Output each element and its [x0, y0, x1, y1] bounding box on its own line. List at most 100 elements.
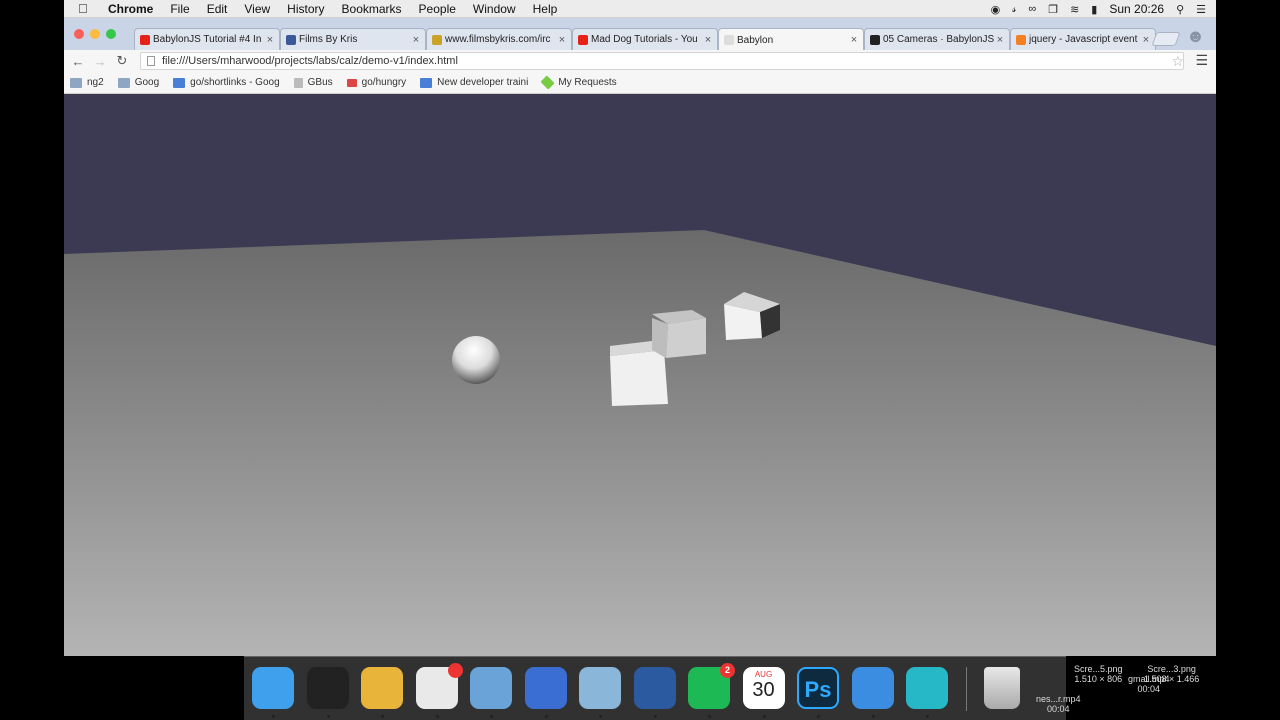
reload-icon[interactable]: ↻: [111, 53, 133, 69]
menu-view[interactable]: View: [244, 2, 270, 16]
menu-history[interactable]: History: [287, 2, 324, 16]
address-bar[interactable]: file:///Users/mharwood/projects/labs/cal…: [140, 52, 1184, 70]
zoom-window-button[interactable]: [106, 29, 116, 39]
notification-badge: 2: [720, 663, 735, 678]
ground-plane: [64, 230, 1216, 656]
babylon-render-canvas[interactable]: [64, 94, 1216, 656]
bookmark-ng2[interactable]: ng2: [70, 77, 104, 88]
youtube-icon: [578, 34, 588, 45]
browser-tab[interactable]: Films By Kris ×: [280, 28, 426, 50]
github-icon: [870, 34, 880, 45]
browser-tabstrip: BabylonJS Tutorial #4 In × Films By Kris × w…: [64, 18, 1216, 51]
calendar-month: AUG: [754, 670, 773, 679]
dock-app-safari-icon[interactable]: [851, 667, 894, 709]
dock-running-indicator: [871, 715, 875, 718]
page-icon: [724, 35, 734, 45]
tab-title: BabylonJS Tutorial #4 In: [153, 34, 262, 45]
dock-app-iphoto-icon[interactable]: [579, 667, 621, 709]
tab-title: www.filmsbykris.com/irc: [445, 34, 551, 45]
browser-tab[interactable]: Babylon ×: [718, 28, 864, 51]
folder-icon: [117, 77, 130, 88]
dock-running-indicator: [653, 715, 657, 718]
glasses-icon[interactable]: ∞: [1028, 3, 1036, 15]
browser-tab[interactable]: www.filmsbykris.com/irc ×: [426, 28, 572, 50]
box-middle: [652, 310, 706, 358]
trash-icon[interactable]: [984, 667, 1020, 709]
minimize-window-button[interactable]: [90, 29, 100, 39]
request-icon: [540, 75, 555, 90]
dock-app-vm-fusion-icon[interactable]: [524, 667, 567, 709]
knife-icon: [346, 78, 357, 87]
menu-edit[interactable]: Edit: [207, 2, 228, 16]
bookmark-my-requests[interactable]: My Requests: [540, 75, 617, 90]
wifi-icon[interactable]: ≋: [1070, 3, 1079, 16]
tab-close-icon[interactable]: ×: [702, 34, 714, 46]
bookmark-shortlinks[interactable]: go/shortlinks - Goog: [173, 77, 280, 88]
menu-bookmarks[interactable]: Bookmarks: [342, 2, 402, 16]
bookmark-star-icon[interactable]: ☆: [1171, 53, 1184, 70]
battery-icon[interactable]: ▮: [1091, 3, 1097, 16]
dock-running-indicator: [817, 715, 820, 718]
tab-close-icon[interactable]: ×: [1140, 34, 1152, 46]
apple-icon[interactable]: : [78, 1, 98, 16]
tab-close-icon[interactable]: ×: [556, 34, 568, 46]
tab-title: jquery - Javascript event: [1029, 34, 1138, 45]
dock-app-calendar-icon[interactable]: AUG 30: [742, 667, 785, 709]
menubar-clock[interactable]: Sun 20:26: [1109, 2, 1164, 16]
tab-title: Films By Kris: [299, 34, 358, 45]
tab-close-icon[interactable]: ×: [264, 34, 276, 46]
dock-app-photoshop-icon[interactable]: Ps: [797, 667, 839, 709]
dock-running-indicator: [272, 715, 275, 718]
tab-close-icon[interactable]: ×: [994, 34, 1006, 46]
close-window-button[interactable]: [74, 29, 84, 39]
notification-center-icon[interactable]: ☰: [1196, 3, 1206, 16]
dock-app-terminal-icon[interactable]: [306, 667, 349, 709]
tab-close-icon[interactable]: ×: [410, 34, 422, 46]
mac-menubar:  Chrome File Edit View History Bookmark…: [64, 0, 1216, 18]
menu-people[interactable]: People: [419, 2, 456, 16]
dock-running-indicator: [926, 715, 929, 718]
browser-tab[interactable]: jquery - Javascript event ×: [1010, 28, 1156, 50]
google-icon[interactable]: 𝓈: [1012, 3, 1016, 16]
bookmark-hungry[interactable]: go/hungry: [346, 77, 406, 88]
menu-window[interactable]: Window: [473, 2, 516, 16]
menu-help[interactable]: Help: [533, 2, 558, 16]
new-tab-button[interactable]: [1151, 32, 1181, 46]
notification-badge: [447, 663, 463, 678]
copy-icon[interactable]: ❐: [1048, 3, 1058, 16]
record-icon[interactable]: ◉: [991, 3, 1001, 16]
stackoverflow-icon: [1016, 34, 1026, 45]
address-url: file:///Users/mharwood/projects/labs/cal…: [162, 55, 458, 67]
doc-icon: [420, 77, 433, 88]
bookmark-gbus[interactable]: GBus: [293, 77, 333, 88]
back-icon[interactable]: ←: [67, 54, 89, 69]
dock-running-indicator: [708, 715, 711, 718]
spotlight-search-icon[interactable]: ⚲: [1176, 3, 1184, 16]
profile-icon[interactable]: ☻: [1186, 26, 1205, 47]
menu-file[interactable]: File: [170, 2, 189, 16]
browser-tab[interactable]: 05 Cameras · BabylonJS ×: [864, 28, 1010, 50]
dock-app-finder-icon[interactable]: [252, 667, 294, 709]
browser-tab[interactable]: BabylonJS Tutorial #4 In ×: [134, 28, 280, 50]
desktop-file-screenshot-5[interactable]: Scre...5.png 1.510 × 806: [1074, 664, 1123, 684]
desktop-file-gmail-mp4[interactable]: gmail.mp4 00:04: [1128, 674, 1170, 694]
bookmark-new-developer[interactable]: New developer traini: [420, 77, 528, 88]
bookmark-goog[interactable]: Goog: [117, 77, 159, 88]
tab-title: Mad Dog Tutorials - You: [591, 34, 698, 45]
desktop-file-nes-mp4[interactable]: nes...r.mp4 00:04: [1036, 694, 1081, 714]
dock-app-preview-eagle-icon[interactable]: [470, 667, 512, 709]
browser-tab[interactable]: Mad Dog Tutorials - You ×: [572, 28, 718, 50]
dock-running-indicator: [326, 715, 330, 718]
menu-app-name[interactable]: Chrome: [108, 2, 153, 16]
bookmarks-bar: ng2 Goog go/shortlinks - Goog GBus go/hu…: [64, 72, 1216, 94]
sphere-shadowless: [452, 336, 500, 384]
scene-svg: [64, 230, 1216, 656]
forward-icon[interactable]: →: [89, 54, 111, 69]
dock-app-webstorm-icon[interactable]: [906, 667, 948, 709]
dock-app-chrome-icon[interactable]: [361, 667, 403, 709]
dock-running-indicator: [490, 715, 493, 718]
doc-icon: [173, 77, 186, 88]
tab-close-icon[interactable]: ×: [848, 34, 860, 46]
dock-app-quicktime-icon[interactable]: [633, 667, 676, 709]
chrome-menu-icon[interactable]: ☰: [1195, 52, 1208, 69]
